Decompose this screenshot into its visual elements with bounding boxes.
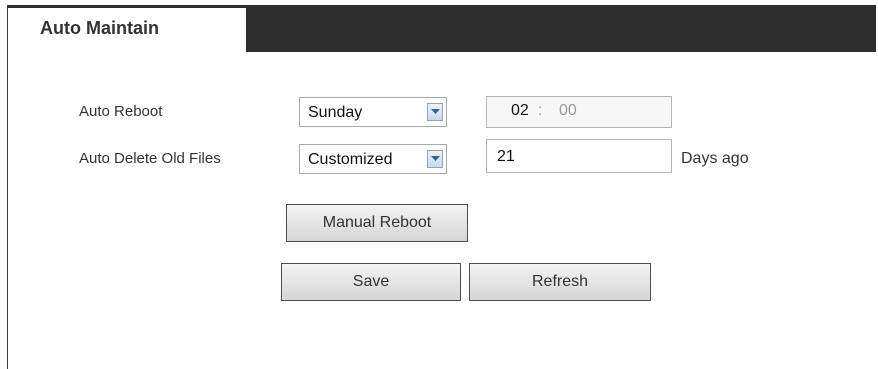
auto-delete-mode-select[interactable]: Customized [299,144,447,174]
chevron-down-icon[interactable] [427,150,443,168]
auto-delete-days-input[interactable]: 21 [486,139,672,173]
days-ago-label: Days ago [681,150,749,167]
tab-auto-maintain[interactable]: Auto Maintain [8,5,246,52]
auto-reboot-hour[interactable]: 02 [511,102,529,120]
auto-reboot-day-select[interactable]: Sunday [299,97,447,127]
manual-reboot-button[interactable]: Manual Reboot [286,204,468,242]
tab-bar: Auto Maintain [8,5,876,52]
save-button[interactable]: Save [281,263,461,301]
tab-label: Auto Maintain [40,18,159,38]
auto-delete-label: Auto Delete Old Files [79,150,221,167]
auto-reboot-label: Auto Reboot [79,103,163,120]
auto-delete-days-value: 21 [497,148,515,165]
auto-maintain-panel: Auto Maintain Auto Reboot Sunday 02 : 00… [7,5,876,369]
auto-reboot-minute[interactable]: 00 [559,102,577,120]
time-separator: : [538,102,543,119]
auto-reboot-time-field[interactable]: 02 : 00 [486,96,672,128]
auto-reboot-day-value: Sunday [308,104,363,121]
refresh-button[interactable]: Refresh [469,263,651,301]
auto-delete-mode-value: Customized [308,151,393,168]
chevron-down-icon[interactable] [427,103,443,121]
